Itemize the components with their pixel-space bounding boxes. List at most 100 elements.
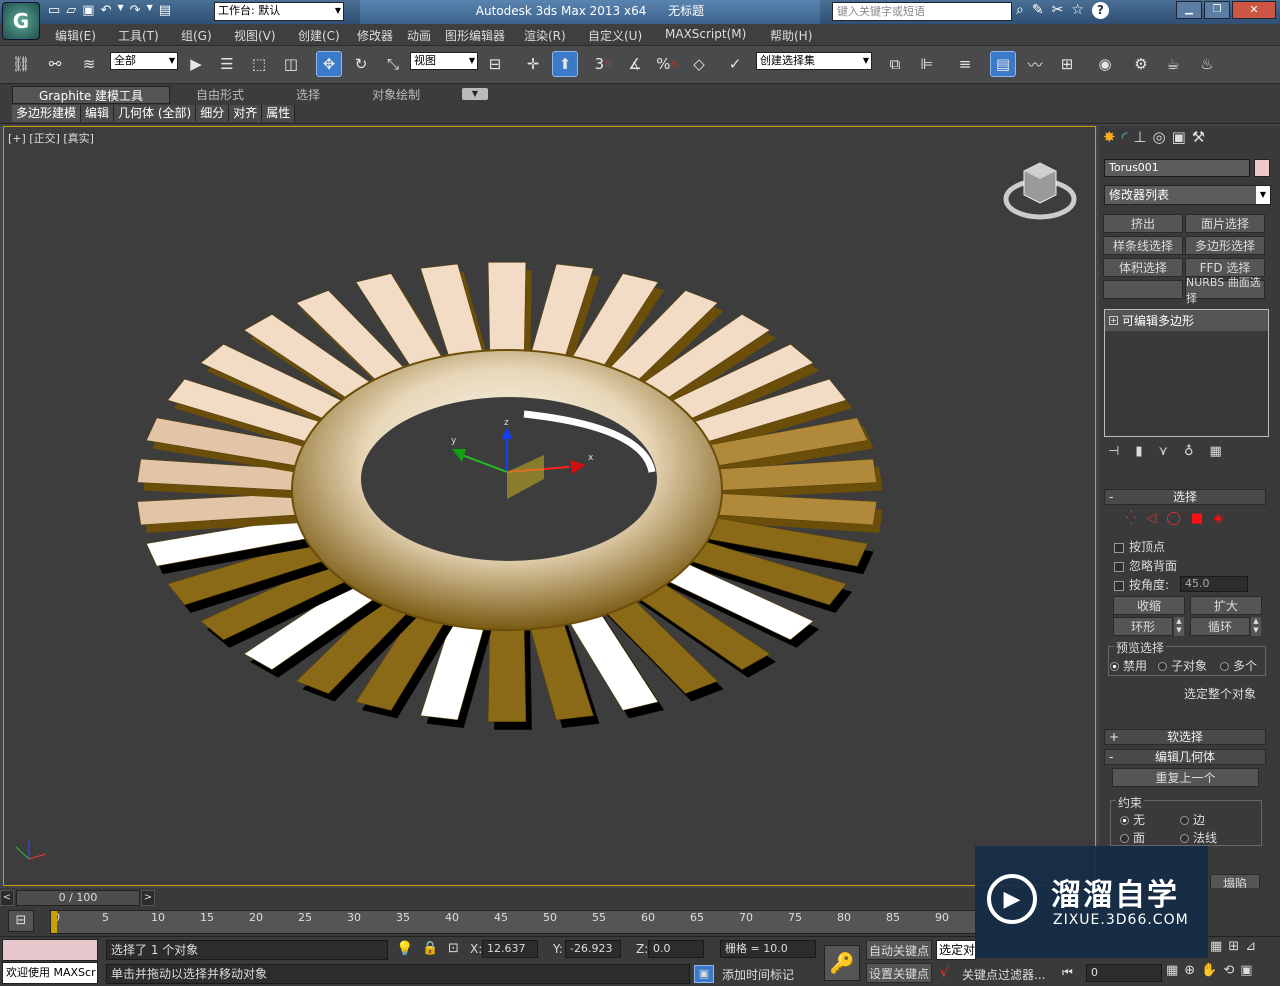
communication-icon[interactable]: ✎ (1032, 2, 1044, 19)
angle-spinner[interactable]: 45.0 (1180, 576, 1248, 592)
current-frame-marker[interactable] (51, 911, 57, 933)
pin-stack-icon[interactable]: ⊣ (1108, 444, 1119, 459)
time-config-button-icon[interactable]: ▦ (1166, 963, 1178, 978)
ribbon-tab[interactable]: Graphite 建模工具 (12, 86, 171, 104)
configure-sets-icon[interactable]: ▦ (1210, 444, 1222, 459)
constraint-none-radio[interactable]: 无 (1120, 811, 1145, 828)
menu-item[interactable]: 渲染(R) (524, 27, 566, 44)
menu-item[interactable]: 视图(V) (234, 27, 276, 44)
ribbon-subtab[interactable]: 细分 (196, 105, 230, 122)
select-and-scale-icon[interactable]: ⤡ (380, 51, 406, 77)
object-name-field[interactable]: Torus001 (1104, 159, 1250, 177)
modifier-button[interactable]: NURBS 曲面选择 (1185, 276, 1265, 305)
menu-item[interactable]: 动画 (407, 27, 431, 44)
layer-manager-icon[interactable]: ≡ (952, 51, 978, 77)
border-mode-icon[interactable]: ◯ (1166, 511, 1181, 526)
window-crossing-icon[interactable]: ◫ (278, 51, 304, 77)
absolute-mode-icon[interactable]: ⊡ (448, 941, 459, 956)
make-unique-icon[interactable]: ⋎ (1158, 444, 1168, 459)
material-editor-icon[interactable]: ◉ (1092, 51, 1118, 77)
save-icon[interactable]: ▣ (82, 3, 94, 21)
modifier-button[interactable] (1103, 280, 1183, 299)
constraint-edge-radio[interactable]: 边 (1180, 811, 1205, 828)
restore-button[interactable]: ❐ (1204, 1, 1230, 19)
menu-item[interactable]: 创建(C) (298, 27, 340, 44)
favorites-star-icon[interactable]: ☆ (1071, 2, 1084, 19)
key-filters-button[interactable]: 关键点过滤器... (962, 966, 1045, 983)
ribbon-options-icon[interactable]: ▼ (462, 88, 488, 100)
named-selection-dropdown[interactable]: 创建选择集 (756, 52, 872, 70)
zoom-extents-all-icon[interactable]: ⊞ (1228, 939, 1239, 954)
percent-snap-icon[interactable]: % ∩ (654, 51, 680, 77)
menu-item[interactable]: 工具(T) (118, 27, 159, 44)
hierarchy-tab-icon[interactable]: ⊥ (1133, 128, 1146, 146)
new-file-icon[interactable]: ▭ (48, 3, 60, 21)
maxscript-listener-swatch[interactable] (2, 939, 98, 961)
preview-subobj-radio[interactable]: 子对象 (1158, 657, 1207, 674)
grow-button[interactable]: 扩大 (1190, 596, 1262, 615)
select-object-icon[interactable]: ▶ (183, 51, 209, 77)
render-setup-icon[interactable]: ⚙ (1128, 51, 1154, 77)
menu-item[interactable]: 修改器 (357, 27, 393, 44)
selection-rollout-header[interactable]: - 选择 (1104, 489, 1266, 505)
spinner-snap-icon[interactable]: ◇ (686, 51, 712, 77)
ribbon-subtab[interactable]: 编辑 (81, 105, 115, 122)
align-icon[interactable]: ⊫ (914, 51, 940, 77)
schematic-view-icon[interactable]: ⊞ (1054, 51, 1080, 77)
edit-named-selection-icon[interactable]: ✓ (722, 51, 748, 77)
ribbon-subtab[interactable]: 几何体 (全部) (114, 105, 197, 122)
constraint-normal-radio[interactable]: 法线 (1180, 829, 1217, 846)
zoom-extents-icon[interactable]: ▦ (1210, 939, 1222, 954)
create-tab-icon[interactable]: ✸ (1103, 128, 1116, 146)
element-mode-icon[interactable]: ◈ (1213, 511, 1223, 526)
help-icon[interactable]: ? (1091, 2, 1109, 19)
add-time-tag-label[interactable]: 添加时间标记 (722, 966, 794, 983)
pan-icon[interactable]: ✋ (1201, 963, 1217, 978)
menu-item[interactable]: 编辑(E) (55, 27, 96, 44)
search-field[interactable]: 键入关键字或短语 (832, 2, 1012, 21)
pivot-center-icon[interactable]: ⊟ (482, 51, 508, 77)
show-end-result-icon[interactable]: ▮ (1135, 444, 1142, 459)
open-file-icon[interactable]: ▱ (66, 3, 76, 21)
menu-item[interactable]: MAXScript(M) (665, 27, 746, 41)
snaps-toggle-icon[interactable]: 3 ∩ (590, 51, 616, 77)
rectangle-selection-icon[interactable]: ⬚ (246, 51, 272, 77)
object-color-swatch[interactable] (1254, 159, 1270, 177)
preview-multi-radio[interactable]: 多个 (1220, 657, 1257, 674)
close-button[interactable]: ✕ (1232, 1, 1276, 19)
by-angle-checkbox[interactable]: 按角度: (1114, 576, 1169, 593)
modifier-button[interactable]: 体积选择 (1103, 258, 1183, 277)
loop-button[interactable]: 循环 (1190, 617, 1250, 636)
maxscript-mini-listener[interactable]: 欢迎使用 MAXScr (2, 962, 98, 984)
modifier-list-dropdown[interactable]: 修改器列表 ▼ (1104, 185, 1271, 205)
ribbon-subtab[interactable]: 属性 (262, 105, 296, 122)
reference-coordinate-dropdown[interactable]: 视图 (410, 52, 478, 70)
mirror-icon[interactable]: ⧉ (882, 51, 908, 77)
modifier-button[interactable]: 面片选择 (1185, 214, 1265, 233)
ribbon-subtab[interactable]: 对齐 (229, 105, 263, 122)
zoom-icon[interactable]: ⊕ (1184, 963, 1195, 978)
edge-mode-icon[interactable]: ◁ (1146, 511, 1156, 526)
set-key-button[interactable]: 设置关键点 (866, 963, 932, 983)
motion-tab-icon[interactable]: ◎ (1152, 128, 1165, 146)
utilities-tab-icon[interactable]: ⚒ (1192, 128, 1205, 146)
orbit-icon[interactable]: ⟲ (1223, 963, 1234, 978)
graphite-toggle-icon[interactable]: ▤ (990, 51, 1016, 77)
unlink-icon[interactable]: ⚯ (42, 51, 68, 77)
menu-item[interactable]: 自定义(U) (588, 27, 642, 44)
modify-tab-icon[interactable]: ◜ (1122, 128, 1128, 146)
set-key-icon[interactable]: 🔑 (824, 945, 860, 981)
menu-item[interactable]: 帮助(H) (770, 27, 812, 44)
viewcube[interactable] (1003, 162, 1077, 220)
soft-selection-rollout[interactable]: + 软选择 (1104, 729, 1266, 745)
lock-selection-icon[interactable]: 🔒 (422, 941, 438, 956)
select-and-rotate-icon[interactable]: ↻ (348, 51, 374, 77)
preview-off-radio[interactable]: 禁用 (1110, 657, 1147, 674)
ribbon-subtab[interactable]: 多边形建模 (12, 105, 82, 122)
display-tab-icon[interactable]: ▣ (1172, 128, 1186, 146)
key-filters-icon[interactable]: √ (940, 965, 949, 981)
select-and-link-icon[interactable]: ⛓ (8, 51, 34, 77)
ribbon-tab[interactable]: 选择 (270, 86, 346, 104)
x-coordinate-field[interactable]: 12.637 (482, 940, 538, 958)
track-bar[interactable]: 051015202530354045505560657075808590 (50, 910, 976, 934)
